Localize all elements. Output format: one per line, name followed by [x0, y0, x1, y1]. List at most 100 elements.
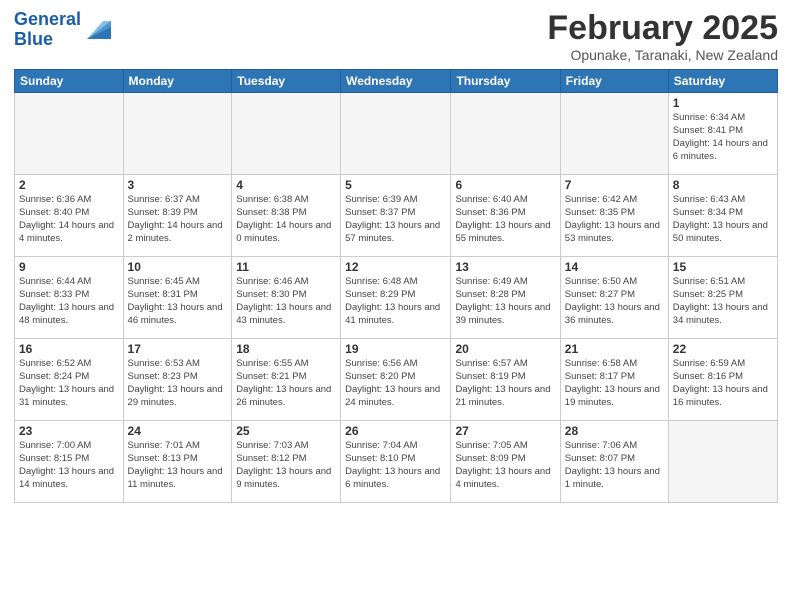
calendar-cell: 27 Sunrise: 7:05 AM Sunset: 8:09 PM Dayli… [451, 421, 560, 503]
day-info: Sunrise: 6:49 AM Sunset: 8:28 PM Dayligh… [455, 276, 555, 327]
day-info: Sunrise: 6:53 AM Sunset: 8:23 PM Dayligh… [128, 358, 228, 409]
day-info: Sunrise: 6:51 AM Sunset: 8:25 PM Dayligh… [673, 276, 773, 327]
day-number: 16 [19, 342, 119, 356]
calendar-cell: 17 Sunrise: 6:53 AM Sunset: 8:23 PM Dayli… [123, 339, 232, 421]
weekday-header-thursday: Thursday [451, 70, 560, 93]
week-row-5: 23Sunrise: 7:00 AM Sunset: 8:15 PM Dayli… [15, 421, 778, 503]
calendar-cell: 21 Sunrise: 6:58 AM Sunset: 8:17 PM Dayli… [560, 339, 668, 421]
logo-text: General Blue [14, 10, 81, 50]
day-info: Sunrise: 6:44 AM Sunset: 8:33 PM Dayligh… [19, 276, 119, 327]
weekday-header-sunday: Sunday [15, 70, 124, 93]
day-info: Sunrise: 6:52 AM Sunset: 8:24 PM Dayligh… [19, 358, 119, 409]
day-number: 2 [19, 178, 119, 192]
calendar-cell: 15 Sunrise: 6:51 AM Sunset: 8:25 PM Dayli… [668, 257, 777, 339]
day-info: Sunrise: 6:55 AM Sunset: 8:21 PM Dayligh… [236, 358, 336, 409]
month-title: February 2025 [547, 10, 778, 47]
day-info: Sunrise: 6:50 AM Sunset: 8:27 PM Dayligh… [565, 276, 664, 327]
calendar-cell [668, 421, 777, 503]
week-row-1: 1Sunrise: 6:34 AM Sunset: 8:41 PM Daylig… [15, 93, 778, 175]
day-info: Sunrise: 7:06 AM Sunset: 8:07 PM Dayligh… [565, 440, 664, 491]
calendar-cell: 12Sunrise: 6:48 AM Sunset: 8:29 PM Dayli… [341, 257, 451, 339]
day-number: 3 [128, 178, 228, 192]
weekday-header-saturday: Saturday [668, 70, 777, 93]
day-number: 19 [345, 342, 446, 356]
calendar-cell: 1Sunrise: 6:34 AM Sunset: 8:41 PM Daylig… [668, 93, 777, 175]
day-info: Sunrise: 7:01 AM Sunset: 8:13 PM Dayligh… [128, 440, 228, 491]
day-number: 17 [128, 342, 228, 356]
day-number: 10 [128, 260, 228, 274]
day-info: Sunrise: 6:57 AM Sunset: 8:19 PM Dayligh… [455, 358, 555, 409]
day-info: Sunrise: 6:45 AM Sunset: 8:31 PM Dayligh… [128, 276, 228, 327]
calendar-cell [232, 93, 341, 175]
calendar-cell: 7Sunrise: 6:42 AM Sunset: 8:35 PM Daylig… [560, 175, 668, 257]
day-info: Sunrise: 6:36 AM Sunset: 8:40 PM Dayligh… [19, 194, 119, 245]
day-number: 8 [673, 178, 773, 192]
weekday-header-tuesday: Tuesday [232, 70, 341, 93]
calendar-cell: 10 Sunrise: 6:45 AM Sunset: 8:31 PM Dayli… [123, 257, 232, 339]
day-info: Sunrise: 6:38 AM Sunset: 8:38 PM Dayligh… [236, 194, 336, 245]
calendar-cell: 3 Sunrise: 6:37 AM Sunset: 8:39 PM Daylig… [123, 175, 232, 257]
day-number: 11 [236, 260, 336, 274]
calendar-cell [341, 93, 451, 175]
calendar-cell: 20Sunrise: 6:57 AM Sunset: 8:19 PM Dayli… [451, 339, 560, 421]
calendar-cell: 19 Sunrise: 6:56 AM Sunset: 8:20 PM Dayli… [341, 339, 451, 421]
day-number: 28 [565, 424, 664, 438]
calendar-cell [123, 93, 232, 175]
day-number: 5 [345, 178, 446, 192]
day-number: 21 [565, 342, 664, 356]
calendar-cell [560, 93, 668, 175]
calendar-cell: 5 Sunrise: 6:39 AM Sunset: 8:37 PM Daylig… [341, 175, 451, 257]
calendar-cell: 2 Sunrise: 6:36 AM Sunset: 8:40 PM Daylig… [15, 175, 124, 257]
calendar-cell: 16 Sunrise: 6:52 AM Sunset: 8:24 PM Dayli… [15, 339, 124, 421]
calendar-cell: 25 Sunrise: 7:03 AM Sunset: 8:12 PM Dayli… [232, 421, 341, 503]
day-info: Sunrise: 6:48 AM Sunset: 8:29 PM Dayligh… [345, 276, 446, 327]
day-info: Sunrise: 6:39 AM Sunset: 8:37 PM Dayligh… [345, 194, 446, 245]
day-info: Sunrise: 6:43 AM Sunset: 8:34 PM Dayligh… [673, 194, 773, 245]
weekday-header-monday: Monday [123, 70, 232, 93]
day-number: 13 [455, 260, 555, 274]
day-number: 25 [236, 424, 336, 438]
day-info: Sunrise: 6:34 AM Sunset: 8:41 PM Dayligh… [673, 112, 773, 163]
location: Opunake, Taranaki, New Zealand [547, 47, 778, 63]
day-number: 24 [128, 424, 228, 438]
day-info: Sunrise: 6:37 AM Sunset: 8:39 PM Dayligh… [128, 194, 228, 245]
calendar-cell: 28 Sunrise: 7:06 AM Sunset: 8:07 PM Dayli… [560, 421, 668, 503]
day-info: Sunrise: 7:05 AM Sunset: 8:09 PM Dayligh… [455, 440, 555, 491]
calendar-cell: 18 Sunrise: 6:55 AM Sunset: 8:21 PM Dayli… [232, 339, 341, 421]
calendar-cell: 14 Sunrise: 6:50 AM Sunset: 8:27 PM Dayli… [560, 257, 668, 339]
day-info: Sunrise: 6:56 AM Sunset: 8:20 PM Dayligh… [345, 358, 446, 409]
week-row-3: 9 Sunrise: 6:44 AM Sunset: 8:33 PM Daylig… [15, 257, 778, 339]
day-info: Sunrise: 6:58 AM Sunset: 8:17 PM Dayligh… [565, 358, 664, 409]
day-number: 4 [236, 178, 336, 192]
week-row-2: 2 Sunrise: 6:36 AM Sunset: 8:40 PM Daylig… [15, 175, 778, 257]
day-number: 15 [673, 260, 773, 274]
weekday-header-wednesday: Wednesday [341, 70, 451, 93]
calendar-cell [15, 93, 124, 175]
calendar-cell: 22 Sunrise: 6:59 AM Sunset: 8:16 PM Dayli… [668, 339, 777, 421]
calendar-cell: 9 Sunrise: 6:44 AM Sunset: 8:33 PM Daylig… [15, 257, 124, 339]
day-number: 9 [19, 260, 119, 274]
weekday-header-friday: Friday [560, 70, 668, 93]
calendar-table: SundayMondayTuesdayWednesdayThursdayFrid… [14, 69, 778, 503]
day-info: Sunrise: 7:03 AM Sunset: 8:12 PM Dayligh… [236, 440, 336, 491]
day-number: 27 [455, 424, 555, 438]
day-number: 26 [345, 424, 446, 438]
calendar-cell: 26Sunrise: 7:04 AM Sunset: 8:10 PM Dayli… [341, 421, 451, 503]
day-info: Sunrise: 6:46 AM Sunset: 8:30 PM Dayligh… [236, 276, 336, 327]
calendar-cell: 4 Sunrise: 6:38 AM Sunset: 8:38 PM Daylig… [232, 175, 341, 257]
calendar-cell [451, 93, 560, 175]
day-number: 7 [565, 178, 664, 192]
day-number: 14 [565, 260, 664, 274]
calendar-cell: 8 Sunrise: 6:43 AM Sunset: 8:34 PM Daylig… [668, 175, 777, 257]
day-info: Sunrise: 6:40 AM Sunset: 8:36 PM Dayligh… [455, 194, 555, 245]
day-info: Sunrise: 7:00 AM Sunset: 8:15 PM Dayligh… [19, 440, 119, 491]
week-row-4: 16 Sunrise: 6:52 AM Sunset: 8:24 PM Dayli… [15, 339, 778, 421]
day-number: 6 [455, 178, 555, 192]
calendar-cell: 13 Sunrise: 6:49 AM Sunset: 8:28 PM Dayli… [451, 257, 560, 339]
logo: General Blue [14, 10, 113, 50]
day-number: 22 [673, 342, 773, 356]
page: General Blue February 2025 Opunake, Tara… [0, 0, 792, 612]
day-number: 18 [236, 342, 336, 356]
title-area: February 2025 Opunake, Taranaki, New Zea… [547, 10, 778, 63]
day-info: Sunrise: 6:59 AM Sunset: 8:16 PM Dayligh… [673, 358, 773, 409]
